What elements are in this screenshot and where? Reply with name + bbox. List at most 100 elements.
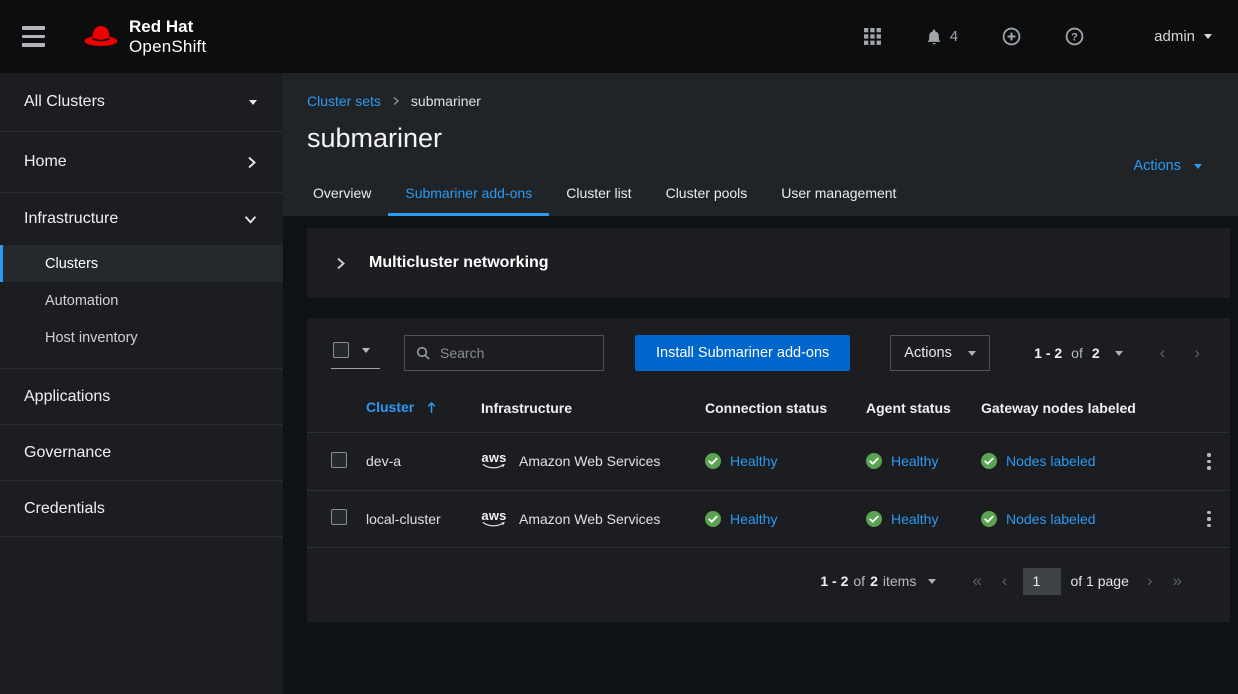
gateway-nodes-link[interactable]: Nodes labeled: [1006, 453, 1096, 469]
sidebar-item-infrastructure[interactable]: Infrastructure: [0, 193, 283, 245]
infrastructure-submenu: Clusters Automation Host inventory: [0, 245, 283, 369]
cluster-selector[interactable]: All Clusters: [0, 73, 283, 132]
pagination-page-input[interactable]: [1023, 568, 1061, 595]
page-actions-caret-icon: [1194, 164, 1202, 169]
column-header-agent-status: Agent status: [866, 384, 981, 433]
check-circle-icon: [705, 453, 721, 469]
chevron-down-icon: [244, 214, 257, 225]
install-submariner-add-ons-button[interactable]: Install Submariner add-ons: [635, 335, 850, 371]
search-input[interactable]: [440, 345, 592, 361]
cluster-selector-label: All Clusters: [24, 93, 105, 111]
app-launcher-button[interactable]: [864, 28, 881, 45]
pagination-range: 1 - 2: [1034, 345, 1062, 361]
brand-line1: Red Hat: [129, 17, 206, 37]
column-header-actions-spacer: [1199, 384, 1230, 433]
table-actions-caret-icon: [968, 351, 976, 356]
bell-icon: [925, 28, 943, 46]
agent-status-link[interactable]: Healthy: [891, 511, 938, 527]
sidebar-item-governance[interactable]: Governance: [0, 425, 283, 481]
brand-logo[interactable]: Red Hat OpenShift: [81, 17, 206, 56]
expand-chevron-right-icon[interactable]: [335, 257, 346, 270]
row-checkbox[interactable]: [331, 452, 347, 468]
expandable-card-title: Multicluster networking: [369, 254, 549, 272]
infrastructure-label: Amazon Web Services: [519, 511, 660, 527]
sidebar-item-applications[interactable]: Applications: [0, 369, 283, 425]
sidebar-item-host-inventory[interactable]: Host inventory: [0, 319, 283, 356]
pagination-prev-page-button[interactable]: ‹: [992, 567, 1018, 595]
check-circle-icon: [981, 453, 997, 469]
check-circle-icon: [866, 511, 882, 527]
sort-ascending-icon: [427, 401, 436, 417]
cluster-selector-caret-icon: [249, 100, 257, 105]
notifications-button[interactable]: 4: [925, 28, 958, 46]
tab-overview[interactable]: Overview: [307, 172, 388, 216]
pagination-menu-toggle[interactable]: 1 - 2 of 2: [1034, 345, 1123, 361]
chevron-right-icon: [246, 156, 257, 169]
sidebar-item-clusters[interactable]: Clusters: [0, 245, 283, 282]
table-row: dev-a aws Amazon Web Services Healthy: [307, 433, 1230, 491]
check-circle-icon: [866, 453, 882, 469]
help-button[interactable]: ?: [1065, 27, 1084, 46]
table-actions-dropdown[interactable]: Actions: [890, 335, 990, 371]
pagination-of-label: of: [853, 573, 865, 589]
pagination-prev-button[interactable]: ‹: [1150, 339, 1176, 367]
connection-status-link[interactable]: Healthy: [730, 453, 777, 469]
table-actions-label: Actions: [904, 345, 952, 361]
search-icon: [416, 346, 431, 361]
pagination-bottom: 1 - 2 of 2 items « ‹ of 1 page › »: [307, 547, 1230, 622]
aws-logo-icon: aws: [481, 510, 507, 528]
row-checkbox[interactable]: [331, 509, 347, 525]
infrastructure-label: Amazon Web Services: [519, 453, 660, 469]
hamburger-menu-icon[interactable]: [18, 22, 49, 51]
pagination-next-button[interactable]: ›: [1184, 339, 1210, 367]
sidebar-item-label: Automation: [45, 293, 118, 309]
search-box: [404, 335, 604, 371]
content-area: Multicluster networking: [283, 216, 1238, 622]
column-header-connection-status: Connection status: [705, 384, 866, 433]
gateway-nodes-link[interactable]: Nodes labeled: [1006, 511, 1096, 527]
check-circle-icon: [705, 511, 721, 527]
pagination-last-page-button[interactable]: »: [1163, 567, 1192, 595]
cluster-name-cell: local-cluster: [366, 490, 481, 547]
app-launcher-grid-icon: [864, 28, 881, 45]
sidebar-item-credentials[interactable]: Credentials: [0, 481, 283, 537]
tab-submariner-add-ons[interactable]: Submariner add-ons: [388, 172, 549, 216]
pagination-items-toggle[interactable]: 1 - 2 of 2 items: [820, 573, 936, 589]
cluster-name-cell: dev-a: [366, 433, 481, 491]
sidebar-item-automation[interactable]: Automation: [0, 282, 283, 319]
row-kebab-menu-icon[interactable]: [1199, 449, 1219, 474]
tab-cluster-pools[interactable]: Cluster pools: [649, 172, 765, 216]
connection-status-link[interactable]: Healthy: [730, 511, 777, 527]
multicluster-networking-expandable[interactable]: Multicluster networking: [307, 228, 1230, 298]
create-button[interactable]: [1002, 27, 1021, 46]
tab-cluster-list[interactable]: Cluster list: [549, 172, 648, 216]
pagination-total: 2: [1092, 345, 1100, 361]
breadcrumb-cluster-sets-link[interactable]: Cluster sets: [307, 93, 381, 109]
tab-user-management[interactable]: User management: [764, 172, 913, 216]
pagination-first-page-button[interactable]: «: [962, 567, 991, 595]
breadcrumb: Cluster sets submariner: [307, 93, 1214, 109]
red-hat-fedora-icon: [81, 22, 121, 51]
page-header: Cluster sets submariner submariner Actio…: [283, 73, 1238, 216]
agent-status-link[interactable]: Healthy: [891, 453, 938, 469]
username: admin: [1154, 28, 1195, 45]
user-menu[interactable]: admin: [1154, 28, 1212, 45]
main-content: Cluster sets submariner submariner Actio…: [283, 73, 1238, 694]
sidebar-item-label: Host inventory: [45, 330, 138, 346]
select-all-checkbox[interactable]: [333, 342, 349, 358]
page-actions-dropdown[interactable]: Actions: [1133, 158, 1202, 174]
bulk-select-dropdown[interactable]: [331, 337, 380, 369]
column-header-cluster[interactable]: Cluster: [366, 384, 481, 433]
pagination-range: 1 - 2: [820, 573, 848, 589]
sidebar-item-label: Governance: [24, 444, 111, 462]
row-kebab-menu-icon[interactable]: [1199, 507, 1219, 532]
column-header-infrastructure: Infrastructure: [481, 384, 705, 433]
page-title: submariner: [307, 123, 1214, 154]
breadcrumb-current: submariner: [411, 93, 481, 109]
sidebar-item-home[interactable]: Home: [0, 132, 283, 193]
clusters-table: Cluster Infrastructure Connection status…: [307, 384, 1230, 547]
svg-text:?: ?: [1071, 32, 1078, 44]
pagination-next-page-button[interactable]: ›: [1137, 567, 1163, 595]
sidebar-item-label: Credentials: [24, 500, 105, 518]
column-header-gateway-nodes-labeled: Gateway nodes labeled: [981, 384, 1199, 433]
